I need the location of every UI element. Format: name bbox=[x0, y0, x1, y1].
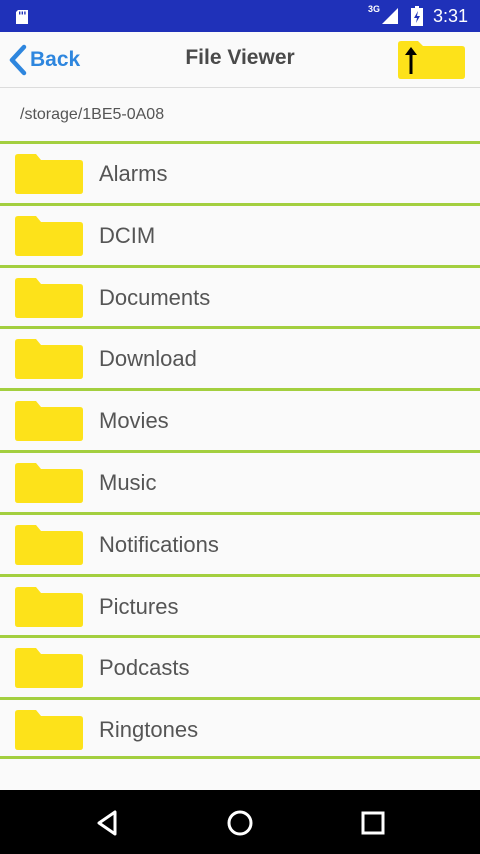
folder-icon bbox=[15, 586, 83, 627]
folder-icon bbox=[15, 215, 83, 256]
folder-name: Alarms bbox=[99, 161, 168, 186]
folder-name: Download bbox=[99, 346, 197, 372]
list-item[interactable]: Alarms bbox=[0, 141, 480, 203]
clock: 3:31 bbox=[432, 5, 468, 26]
folder-up-icon[interactable] bbox=[396, 40, 466, 80]
folder-name: Movies bbox=[99, 408, 169, 434]
folder-icon bbox=[15, 524, 83, 565]
app-header: Back File Viewer bbox=[0, 32, 480, 88]
folder-icon bbox=[15, 648, 83, 689]
nav-home-icon[interactable] bbox=[223, 806, 257, 840]
folder-icon bbox=[15, 710, 83, 751]
folder-name: DCIM bbox=[99, 222, 156, 248]
list-item[interactable]: Pictures bbox=[0, 573, 480, 636]
list-item[interactable]: Download bbox=[0, 326, 480, 389]
list-item[interactable]: Documents bbox=[0, 264, 480, 327]
nav-recent-icon[interactable] bbox=[356, 806, 390, 840]
folder-icon bbox=[15, 154, 83, 194]
nav-back-icon[interactable] bbox=[91, 806, 125, 840]
list-item[interactable]: Notifications bbox=[0, 511, 480, 574]
battery-charging-icon bbox=[410, 6, 423, 26]
folder-icon bbox=[15, 462, 83, 503]
status-right-group: 3G 3:31 bbox=[368, 0, 468, 32]
status-bar: 3G 3:31 bbox=[0, 0, 480, 32]
sd-card-icon bbox=[16, 10, 28, 24]
list-item[interactable]: Music bbox=[0, 449, 480, 512]
list-item[interactable]: Movies bbox=[0, 388, 480, 450]
folder-name: Podcasts bbox=[99, 655, 190, 681]
folder-icon bbox=[15, 277, 83, 318]
signal-icon bbox=[381, 8, 398, 24]
list-item[interactable]: Ringtones bbox=[0, 697, 480, 759]
list-item[interactable]: Podcasts bbox=[0, 635, 480, 698]
network-type: 3G bbox=[367, 4, 380, 14]
folder-list: Alarms DCIM Documents Download Movies Mu… bbox=[0, 141, 480, 759]
folder-icon bbox=[15, 339, 83, 380]
folder-name: Documents bbox=[99, 284, 211, 310]
folder-name: Pictures bbox=[99, 593, 179, 619]
folder-name: Notifications bbox=[99, 531, 219, 557]
list-item[interactable]: DCIM bbox=[0, 202, 480, 265]
folder-name: Ringtones bbox=[99, 717, 199, 743]
current-path: /storage/1BE5-0A08 bbox=[20, 106, 165, 123]
path-bar: /storage/1BE5-0A08 bbox=[0, 88, 480, 142]
navigation-bar bbox=[0, 790, 480, 854]
folder-name: Music bbox=[99, 469, 157, 495]
folder-icon bbox=[15, 401, 83, 442]
